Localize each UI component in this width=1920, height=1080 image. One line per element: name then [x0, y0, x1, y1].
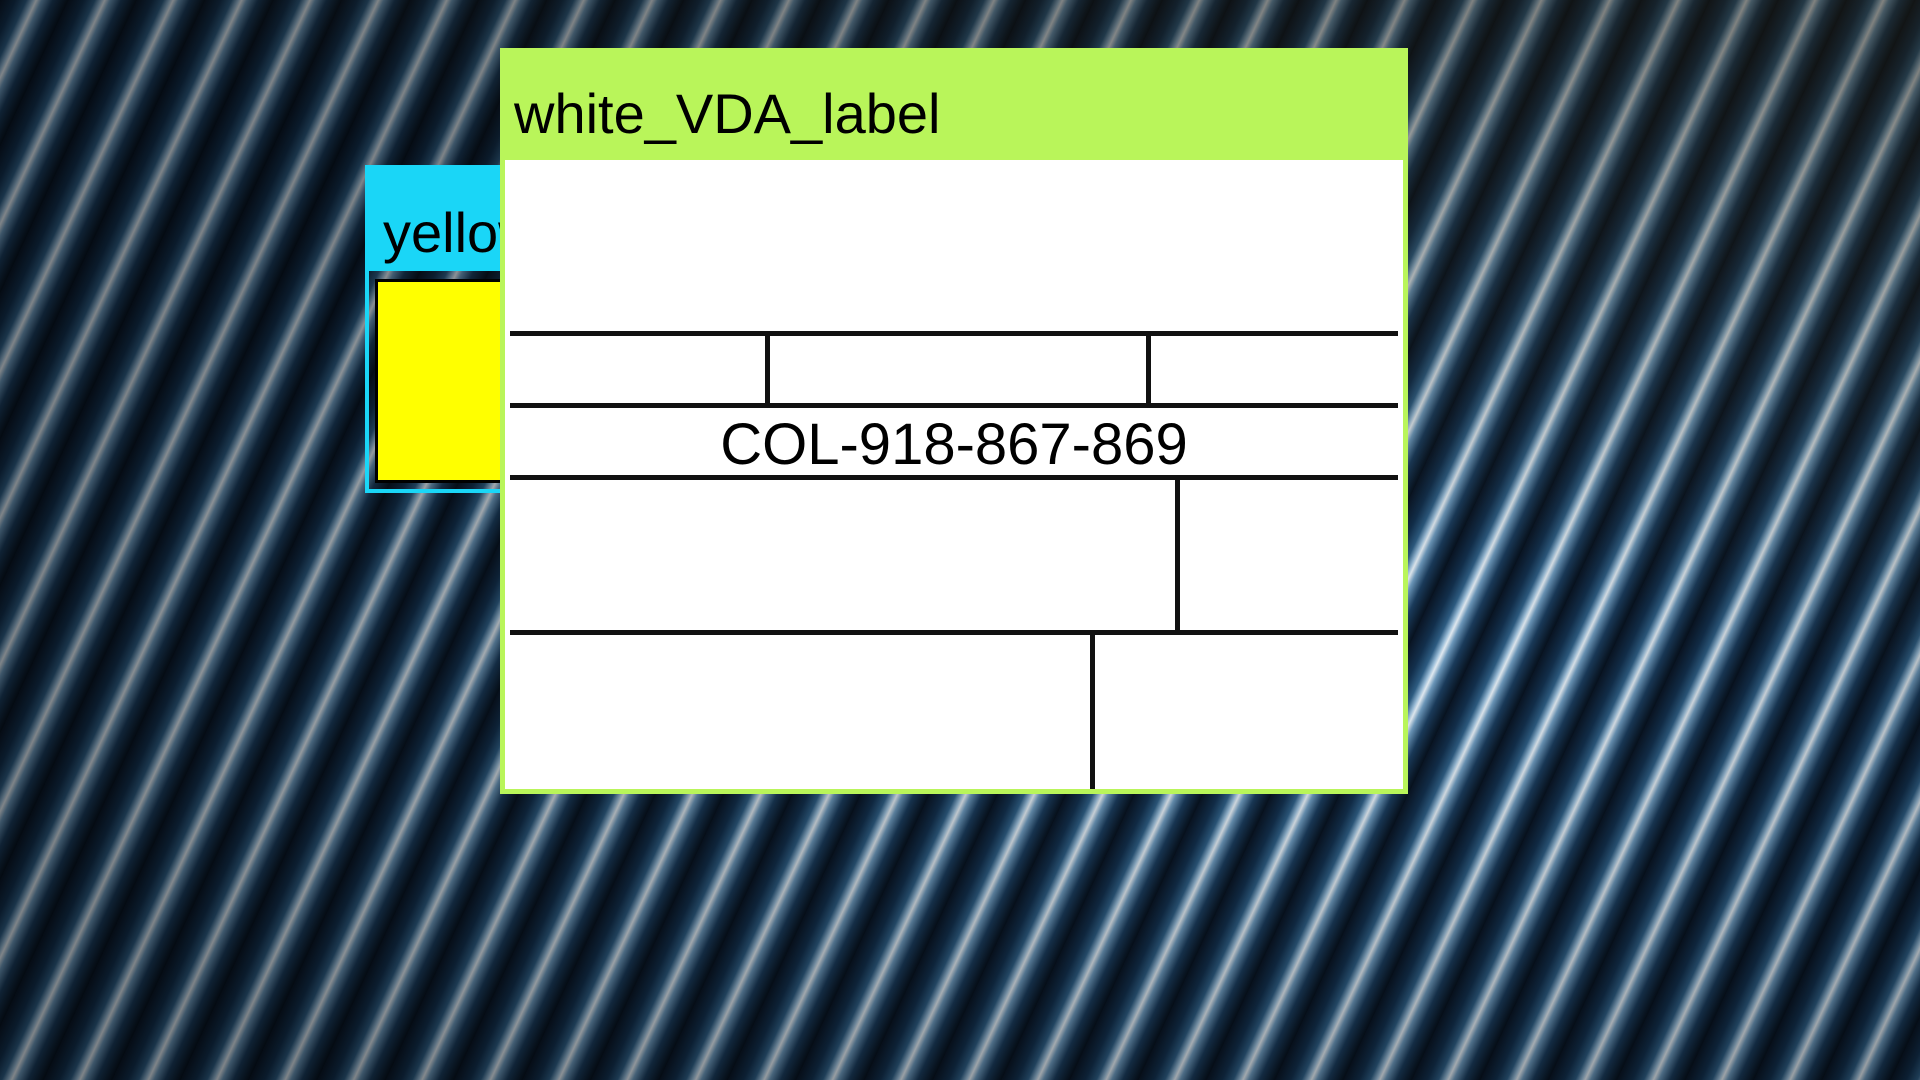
- label-divider: [1175, 475, 1180, 633]
- white-box-title: white_VDA_label: [514, 82, 941, 145]
- vda-label: COL-918-867-869: [510, 163, 1398, 789]
- label-top-cell: [510, 163, 1398, 331]
- white-vda-label-box[interactable]: white_VDA_label COL-918-867-869: [500, 48, 1408, 794]
- label-divider: [510, 403, 1398, 408]
- label-divider: [1090, 630, 1095, 789]
- label-divider: [510, 630, 1398, 635]
- label-divider: [765, 331, 770, 406]
- label-divider: [510, 475, 1398, 480]
- label-divider: [1146, 331, 1151, 406]
- label-code: COL-918-867-869: [720, 412, 1188, 477]
- white-box-header: white_VDA_label: [500, 48, 1408, 160]
- label-divider: [510, 331, 1398, 336]
